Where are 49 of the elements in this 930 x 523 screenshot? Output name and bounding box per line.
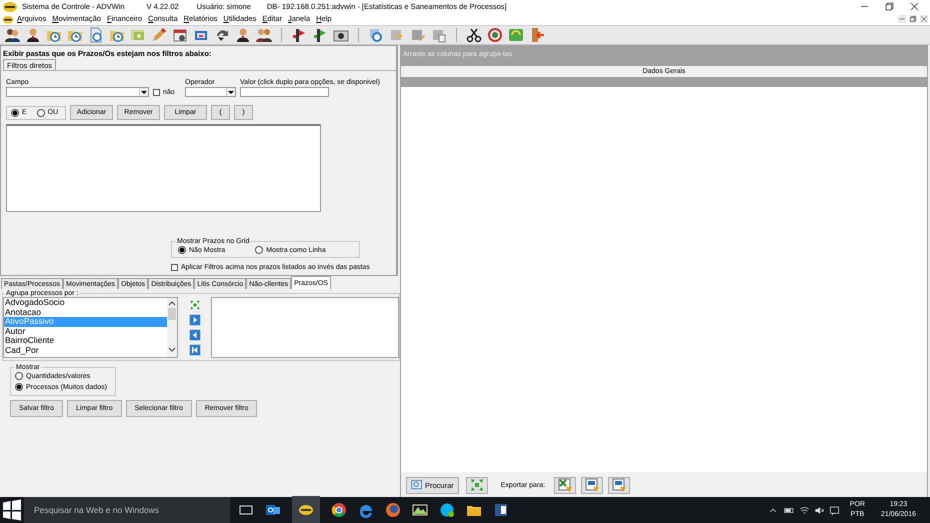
expand-icon[interactable] [188, 299, 200, 311]
field-list-item[interactable]: AdvogadoSocio [4, 298, 167, 308]
round-browser-icon[interactable] [331, 502, 347, 518]
minimize-icon[interactable] [898, 14, 906, 22]
move-right-icon[interactable] [188, 314, 200, 326]
notifications-icon[interactable] [828, 504, 840, 516]
app-logo-icon [2, 0, 18, 14]
grouped-field-list[interactable] [211, 297, 399, 358]
restore-icon[interactable] [909, 14, 917, 22]
wifi-icon[interactable] [798, 504, 810, 516]
two-people-icon[interactable] [256, 27, 272, 43]
windows-logo-icon[interactable] [0, 498, 24, 522]
mail-app-icon[interactable] [265, 502, 281, 518]
field-list-item[interactable]: BairroCliente [4, 336, 167, 346]
exit-icon[interactable] [529, 27, 545, 43]
field-list-item[interactable]: Anotacao [4, 308, 167, 317]
field-dropdown[interactable] [6, 87, 149, 97]
close-icon[interactable] [920, 14, 928, 22]
pencil-icon[interactable] [151, 27, 167, 43]
move-left-icon[interactable] [188, 329, 200, 341]
box-document-icon[interactable] [431, 27, 447, 43]
document-export-icon[interactable] [584, 477, 600, 493]
scrollbar[interactable] [167, 298, 177, 357]
person-icon[interactable] [25, 27, 41, 43]
calendar-icon[interactable] [172, 27, 188, 43]
field-list-item[interactable]: Autor [4, 326, 167, 336]
value-field[interactable] [240, 87, 329, 97]
document-export-icon[interactable] [611, 477, 628, 493]
spreadsheet-export-icon[interactable] [557, 477, 574, 493]
field-list-item[interactable]: Cad_Por [4, 346, 167, 355]
muted-speaker-icon[interactable] [814, 504, 825, 516]
scroll-up-icon[interactable] [168, 299, 176, 307]
close-icon[interactable] [909, 0, 920, 12]
flag-icon[interactable] [291, 27, 307, 43]
restore-icon[interactable] [884, 0, 895, 12]
person-icon[interactable] [235, 27, 251, 43]
filter-list[interactable] [6, 124, 321, 212]
chat-app-icon[interactable] [439, 502, 455, 518]
scissors-icon[interactable] [466, 27, 482, 43]
users-icon[interactable] [4, 27, 20, 43]
taskbar-search-field[interactable]: Pesquisar na Web e no Windows [24, 497, 230, 523]
operator-dropdown[interactable] [185, 87, 236, 97]
swirl-browser-icon[interactable] [358, 502, 374, 518]
search-icon [411, 479, 423, 491]
scroll-down-icon[interactable] [168, 346, 176, 354]
move-all-left-icon[interactable] [188, 344, 200, 356]
scrollbar-thumb[interactable] [168, 308, 176, 320]
photos-app-icon[interactable] [412, 502, 428, 518]
flag-icon[interactable] [312, 27, 328, 43]
